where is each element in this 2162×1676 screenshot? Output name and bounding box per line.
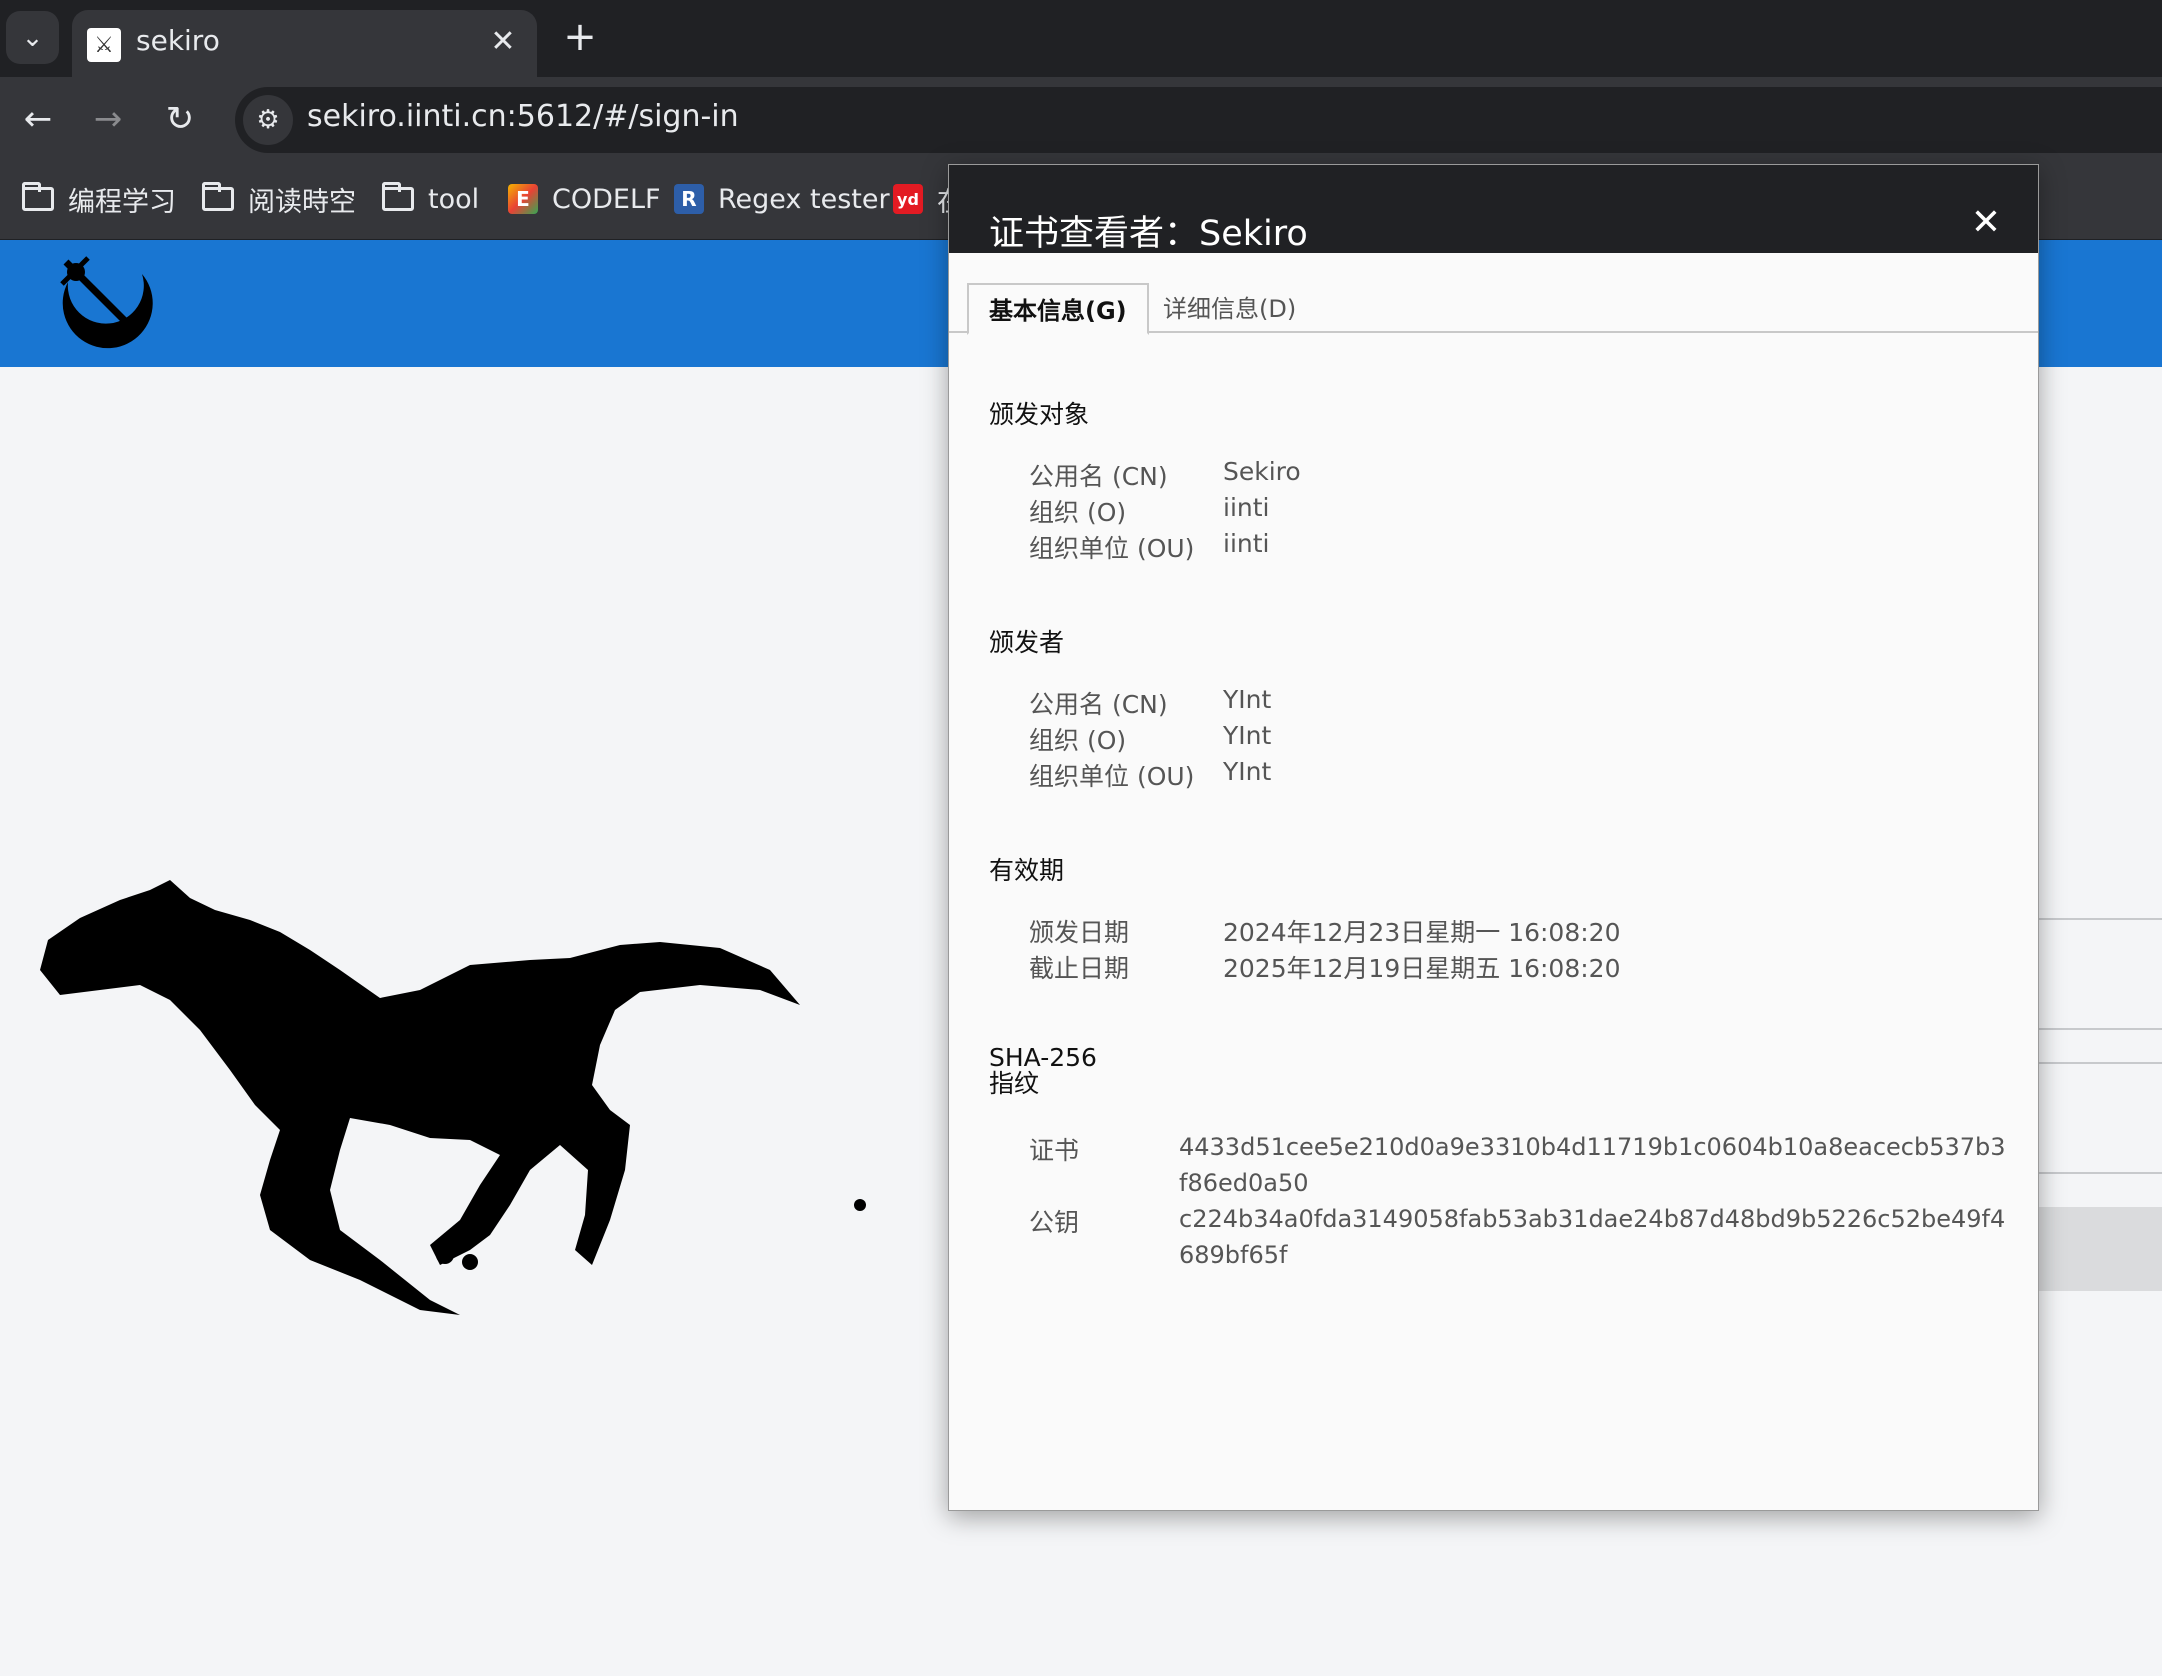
bookmark-item[interactable]: R Regex tester	[674, 179, 890, 219]
bookmark-label: 编程学习	[68, 186, 176, 218]
pubkey-fingerprint-value: c224b34a0fda3149058fab53ab31dae24b87d48b…	[1179, 1205, 2006, 1269]
dialog-titlebar: 证书查看者：Sekiro ✕	[949, 165, 2038, 254]
sekiro-logo-icon	[60, 256, 153, 349]
issued-to-o-value: iinti	[1223, 493, 1270, 522]
issue-date-value: 2024年12月23日星期一 16:08:20	[1223, 918, 1621, 947]
reload-icon: ↻	[165, 99, 195, 139]
sign-in-button-edge[interactable]	[2032, 1207, 2162, 1291]
issue-date-label: 颁发日期	[1029, 918, 1130, 947]
issued-by-ou-value: YInt	[1223, 757, 1272, 786]
bookmark-item[interactable]: tool	[382, 179, 479, 219]
issued-to-cn-label: 公用名 (CN)	[1029, 462, 1168, 491]
issued-to-cn-value: Sekiro	[1223, 457, 1301, 486]
issued-to-title: 颁发对象	[989, 400, 1090, 429]
tab-close-button[interactable]: ✕	[483, 22, 523, 62]
new-tab-button[interactable]: +	[555, 12, 605, 62]
horse-illustration	[40, 880, 866, 1315]
pubkey-fingerprint-label: 公钥	[1029, 1208, 1080, 1237]
bookmark-label: CODELF	[552, 183, 661, 215]
bookmark-item[interactable]: 阅读時空	[202, 179, 356, 219]
tab-strip: ⌄ ⚔ sekiro ✕ +	[0, 0, 2162, 77]
tab-search-button[interactable]: ⌄	[6, 11, 59, 64]
bookmark-item[interactable]: E CODELF	[508, 179, 661, 219]
dialog-tabs: 基本信息(G) 详细信息(D)	[949, 253, 2038, 335]
arrow-right-icon: →	[93, 99, 123, 139]
issued-by-o-label: 组织 (O)	[1029, 726, 1127, 755]
issued-to-ou-value: iinti	[1223, 529, 1270, 558]
bookmark-label: 阅读時空	[248, 186, 356, 218]
bookmark-label: Regex tester	[718, 183, 890, 215]
cert-fingerprint-label: 证书	[1029, 1136, 1080, 1165]
issued-by-ou-label: 组织单位 (OU)	[1029, 762, 1195, 791]
bookmark-item[interactable]: 编程学习	[22, 179, 176, 219]
tab-sekiro[interactable]: ⚔ sekiro ✕	[72, 10, 537, 77]
folder-icon	[202, 182, 234, 211]
issued-by-title: 颁发者	[989, 628, 1065, 657]
tune-icon: ⚙	[256, 105, 280, 135]
tab-title: sekiro	[136, 24, 220, 57]
browser-toolbar: ← → ↻ ⚙ sekiro.iinti.cn:5612/#/sign-in	[0, 77, 2162, 161]
sekiro-favicon-icon: ⚔	[87, 28, 121, 62]
chevron-down-icon: ⌄	[21, 22, 44, 53]
bookmark-label: tool	[428, 183, 480, 215]
issued-by-cn-label: 公用名 (CN)	[1029, 690, 1168, 719]
tab-general[interactable]: 基本信息(G)	[967, 283, 1149, 335]
dialog-title: 证书查看者：Sekiro	[989, 214, 1308, 254]
folder-icon	[22, 182, 54, 211]
arrow-left-icon: ←	[23, 99, 53, 139]
issued-by-o-value: YInt	[1223, 721, 1272, 750]
tab-details[interactable]: 详细信息(D)	[1143, 283, 1316, 335]
cert-fingerprint-value: 4433d51cee5e210d0a9e3310b4d11719b1c0604b…	[1179, 1133, 2006, 1197]
back-button[interactable]: ←	[14, 95, 62, 143]
issued-to-ou-label: 组织单位 (OU)	[1029, 534, 1195, 563]
youdao-icon: yd	[893, 184, 923, 214]
validity-title: 有效期	[989, 856, 1065, 885]
address-bar[interactable]: ⚙ sekiro.iinti.cn:5612/#/sign-in	[235, 87, 2162, 153]
issued-to-o-label: 组织 (O)	[1029, 498, 1127, 527]
codelf-icon: E	[508, 184, 538, 214]
folder-icon	[382, 182, 414, 211]
url-text[interactable]: sekiro.iinti.cn:5612/#/sign-in	[307, 99, 739, 134]
certificate-viewer-dialog: 证书查看者：Sekiro ✕ 基本信息(G) 详细信息(D) 颁发对象 公用名 …	[948, 164, 2039, 1511]
fingerprint-title: SHA-256 指纹	[989, 1043, 1097, 1098]
site-info-button[interactable]: ⚙	[243, 95, 293, 145]
expiry-date-value: 2025年12月19日星期五 16:08:20	[1223, 954, 1621, 983]
reload-button[interactable]: ↻	[156, 95, 204, 143]
expiry-date-label: 截止日期	[1029, 954, 1130, 983]
forward-button[interactable]: →	[84, 95, 132, 143]
close-dialog-button[interactable]: ✕	[1966, 203, 2006, 243]
issued-by-cn-value: YInt	[1223, 685, 1272, 714]
regex-icon: R	[674, 184, 704, 214]
close-icon: ✕	[1970, 202, 2002, 243]
